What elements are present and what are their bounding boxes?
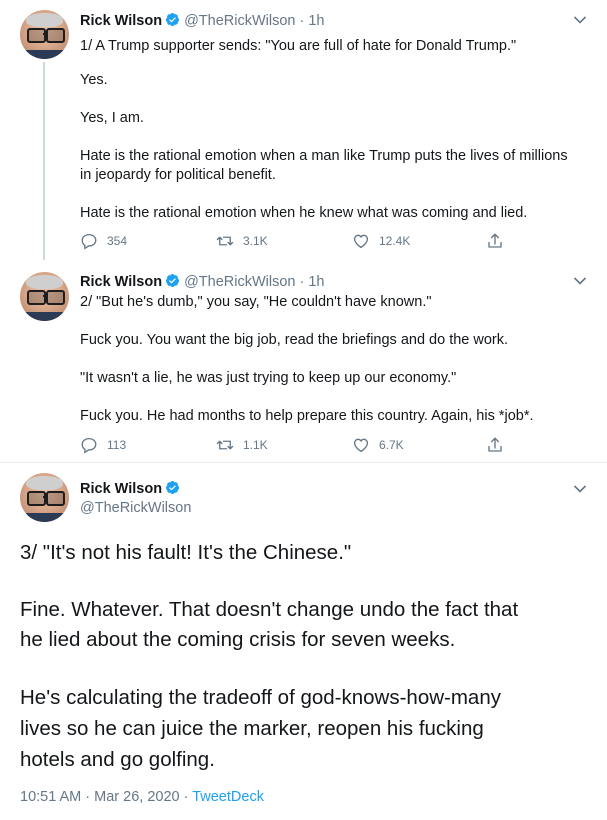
author-handle[interactable]: @TheRickWilson [184, 13, 295, 29]
share-button[interactable] [486, 232, 513, 250]
tweet-text-line: 1/ A Trump supporter sends: "You are ful… [80, 38, 517, 54]
share-icon [486, 232, 504, 250]
tweet-text-line: Yes, I am. [80, 110, 144, 126]
author-name[interactable]: Rick Wilson [80, 274, 162, 290]
tweet-1[interactable]: Rick Wilson @TheRickWilson · 1h 1/ A Trump… [0, 0, 607, 262]
tweet-text-line: hotels and go golfing. [20, 748, 215, 771]
avatar[interactable] [20, 272, 69, 321]
tweet-text-line: lives so he can juice the marker, reopen… [20, 717, 484, 740]
tweet-text-line: Fuck you. He had months to help prepare … [80, 408, 534, 424]
tweet-text-line: Fine. Whatever. That doesn't change undo… [20, 598, 519, 621]
reply-icon [80, 436, 98, 454]
tweet-actions: 354 3.1K 12.4K [80, 232, 580, 252]
like-button[interactable]: 6.7K [352, 436, 404, 454]
tweet-time[interactable]: · 1h [299, 274, 324, 290]
like-count: 12.4K [379, 234, 411, 248]
tweet-source-link[interactable]: TweetDeck [192, 789, 264, 805]
avatar[interactable] [20, 10, 69, 59]
like-button[interactable]: 12.4K [352, 232, 410, 250]
tweet-header: Rick Wilson @TheRickWilson · 1h [80, 273, 324, 290]
reply-icon [80, 232, 98, 250]
tweet-text-line: Fuck you. You want the big job, read the… [80, 332, 509, 348]
reply-button[interactable]: 354 [80, 232, 127, 250]
like-count: 6.7K [379, 438, 404, 452]
tweet-actions: 113 1.1K 6.7K [80, 436, 580, 456]
reply-count: 354 [107, 234, 128, 248]
author-name[interactable]: Rick Wilson [80, 13, 162, 29]
verified-icon [165, 12, 180, 27]
retweet-button[interactable]: 3.1K [216, 232, 268, 250]
chevron-down-icon[interactable] [573, 15, 587, 25]
tweet-header: Rick Wilson @TheRickWilson · 1h [80, 12, 324, 29]
tweet-text-line: he lied about the coming crisis for seve… [20, 628, 456, 651]
tweet-text-line: Hate is the rational emotion when he kne… [80, 205, 528, 221]
tweet-text-line: in jeopardy for political benefit. [80, 167, 276, 183]
retweet-icon [216, 436, 234, 454]
reply-button[interactable]: 113 [80, 436, 126, 454]
tweet-meta: 10:51 AM · Mar 26, 2020 · TweetDeck [20, 789, 264, 805]
avatar[interactable] [20, 473, 69, 522]
author-name-row: Rick Wilson [80, 480, 180, 497]
thread-line [43, 62, 45, 260]
author-handle[interactable]: @TheRickWilson [184, 274, 295, 290]
retweet-count: 3.1K [243, 234, 268, 248]
author-handle-row: @TheRickWilson [80, 500, 191, 516]
meta-separator: · [179, 789, 193, 805]
tweet-text-line: "It wasn't a lie, he was just trying to … [80, 370, 457, 386]
verified-icon [165, 273, 180, 288]
tweet-text-line: He's calculating the tradeoff of god-kno… [20, 686, 501, 709]
retweet-button[interactable]: 1.1K [216, 436, 268, 454]
tweet-text-line: 3/ "It's not his fault! It's the Chinese… [20, 541, 352, 564]
like-icon [352, 232, 370, 250]
tweet-time[interactable]: · 1h [299, 13, 324, 29]
verified-icon [165, 480, 180, 495]
tweet-text-line: Hate is the rational emotion when a man … [80, 148, 568, 164]
retweet-icon [216, 232, 234, 250]
tweet-timestamp[interactable]: 10:51 AM · Mar 26, 2020 [20, 789, 180, 805]
reply-count: 113 [107, 438, 127, 452]
author-handle[interactable]: @TheRickWilson [80, 500, 191, 516]
tweet-text-line: 2/ "But he's dumb," you say, "He couldn'… [80, 294, 432, 310]
share-icon [486, 436, 504, 454]
tweet-text-line: Yes. [80, 72, 108, 88]
retweet-count: 1.1K [243, 438, 268, 452]
chevron-down-icon[interactable] [573, 484, 587, 494]
share-button[interactable] [486, 436, 513, 454]
author-name[interactable]: Rick Wilson [80, 481, 162, 497]
like-icon [352, 436, 370, 454]
tweet-2[interactable]: Rick Wilson @TheRickWilson · 1h 2/ "But he… [0, 262, 607, 462]
chevron-down-icon[interactable] [573, 276, 587, 286]
